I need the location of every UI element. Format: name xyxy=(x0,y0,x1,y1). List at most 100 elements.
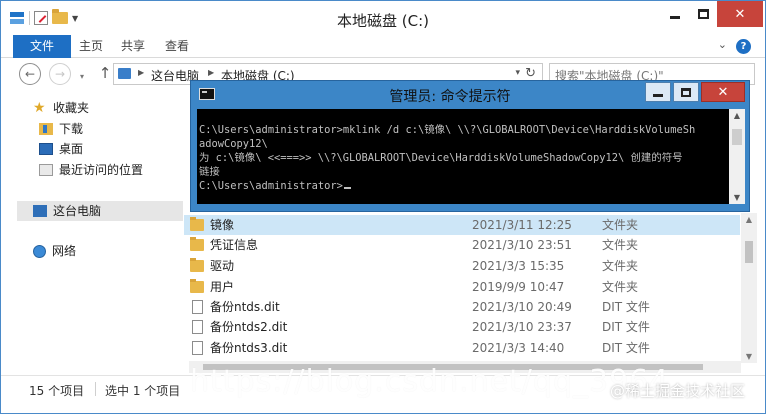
title-bar[interactable]: ▼ 本地磁盘 (C:) ✕ xyxy=(1,1,765,35)
file-name: 备份ntds2.dit xyxy=(210,320,288,334)
file-type: 文件夹 xyxy=(602,218,639,232)
file-row[interactable]: 凭证信息 2021/3/10 23:51 文件夹 xyxy=(184,235,740,255)
sidebar-item-label: 下载 xyxy=(59,122,84,136)
console-prompt-line: C:\Users\administrator> xyxy=(199,179,729,193)
back-button[interactable]: ← xyxy=(19,63,41,85)
folder-icon xyxy=(190,237,204,251)
maximize-button[interactable] xyxy=(689,1,717,27)
document-icon xyxy=(192,300,203,314)
tab-home[interactable]: 主页 xyxy=(79,35,103,58)
file-row[interactable]: 驱动 2021/3/3 15:35 文件夹 xyxy=(184,256,740,276)
console-line: 为 c:\镜像\ <<===>> \\?\GLOBALROOT\Device\H… xyxy=(199,152,683,164)
ribbon-tabs: 文件 主页 共享 查看 ⌄ ? xyxy=(1,35,765,58)
document-icon xyxy=(192,341,203,355)
file-type: DIT 文件 xyxy=(602,341,650,355)
scroll-up-icon[interactable]: ▲ xyxy=(741,215,757,224)
file-row[interactable]: 用户 2019/9/9 10:47 文件夹 xyxy=(184,277,740,297)
file-date: 2021/3/10 23:37 xyxy=(472,320,572,334)
scrollbar-thumb[interactable] xyxy=(745,241,753,263)
file-row[interactable]: 备份ntds3.dit 2021/3/3 14:40 DIT 文件 xyxy=(184,338,740,358)
cmd-vertical-scrollbar[interactable]: ▲ ▼ xyxy=(729,109,745,204)
desktop-icon xyxy=(39,143,53,155)
folder-icon xyxy=(190,217,204,231)
file-type: DIT 文件 xyxy=(602,300,650,314)
file-date: 2021/3/10 23:51 xyxy=(472,238,572,252)
file-date: 2021/3/3 14:40 xyxy=(472,341,565,355)
file-row[interactable]: 镜像 2021/3/11 12:25 文件夹 xyxy=(184,215,740,235)
sidebar-item-label: 桌面 xyxy=(59,142,84,156)
scroll-down-icon[interactable]: ▼ xyxy=(729,193,745,202)
watermark-url: https://blog.csdn.net/qq_3964 xyxy=(190,364,670,399)
expand-ribbon-chevron-down-icon[interactable]: ⌄ xyxy=(718,38,727,51)
item-count: 15 个项目 xyxy=(29,384,85,398)
watermark-brand: @稀土掘金技术社区 xyxy=(610,382,746,400)
console-line: 链接 xyxy=(199,166,220,178)
maximize-icon xyxy=(681,87,691,97)
sidebar-item-favorites[interactable]: ★ 收藏夹 xyxy=(33,98,89,118)
maximize-icon xyxy=(697,9,709,19)
scrollbar-thumb[interactable] xyxy=(732,129,742,145)
command-prompt-window: 管理员: 命令提示符 ✕ C:\Users\administrator>mkli… xyxy=(190,80,750,212)
breadcrumb-chevron-right-icon[interactable]: ▶ xyxy=(138,68,144,77)
sidebar-item-desktop[interactable]: 桌面 xyxy=(39,139,83,159)
cmd-maximize-button[interactable] xyxy=(673,82,699,102)
file-name: 备份ntds.dit xyxy=(210,300,280,314)
file-date: 2019/9/9 10:47 xyxy=(472,280,565,294)
close-button[interactable]: ✕ xyxy=(717,1,763,27)
sidebar-item-label: 收藏夹 xyxy=(53,101,90,115)
status-divider xyxy=(95,382,96,396)
downloads-icon xyxy=(39,123,53,135)
window-title: 本地磁盘 (C:) xyxy=(337,12,429,30)
refresh-icon[interactable]: ↻ xyxy=(525,66,536,81)
file-name: 备份ntds3.dit xyxy=(210,341,288,355)
scroll-down-icon[interactable]: ▼ xyxy=(741,352,757,361)
tab-view[interactable]: 查看 xyxy=(165,35,189,58)
this-pc-icon xyxy=(33,205,47,217)
file-name: 用户 xyxy=(210,280,235,294)
scroll-up-icon[interactable]: ▲ xyxy=(729,111,745,120)
cmd-title-bar[interactable]: 管理员: 命令提示符 ✕ xyxy=(191,81,749,107)
cmd-minimize-button[interactable] xyxy=(645,82,671,102)
file-date: 2021/3/11 12:25 xyxy=(472,218,572,232)
console-output[interactable]: C:\Users\administrator>mklink /d c:\镜像\ … xyxy=(197,109,729,204)
file-row[interactable]: 备份ntds.dit 2021/3/10 20:49 DIT 文件 xyxy=(184,297,740,317)
document-icon xyxy=(192,320,203,334)
file-name: 驱动 xyxy=(210,259,235,273)
text-cursor xyxy=(343,187,351,189)
minimize-button[interactable] xyxy=(661,1,689,27)
folder-icon xyxy=(190,258,204,272)
network-icon xyxy=(33,244,46,258)
file-type: 文件夹 xyxy=(602,280,639,294)
forward-button[interactable]: → xyxy=(49,63,71,85)
sidebar-item-this-pc[interactable]: 这台电脑 xyxy=(17,201,183,221)
this-pc-icon xyxy=(118,68,131,79)
console-line: adowCopy12\ xyxy=(199,138,268,150)
cmd-window-title: 管理员: 命令提示符 xyxy=(389,89,511,105)
sidebar-item-network[interactable]: 网络 xyxy=(33,241,76,261)
selected-count: 选中 1 个项目 xyxy=(105,384,181,398)
minimize-icon xyxy=(653,93,663,97)
cmd-window-controls: ✕ xyxy=(643,82,745,102)
sidebar-item-label: 这台电脑 xyxy=(53,204,102,218)
breadcrumb-chevron-right-icon[interactable]: ▶ xyxy=(208,68,214,77)
cmd-close-button[interactable]: ✕ xyxy=(701,82,745,102)
sidebar-item-recent-places[interactable]: 最近访问的位置 xyxy=(39,160,143,180)
file-type: 文件夹 xyxy=(602,238,639,252)
tab-file[interactable]: 文件 xyxy=(13,35,71,58)
file-date: 2021/3/10 20:49 xyxy=(472,300,572,314)
file-date: 2021/3/3 15:35 xyxy=(472,259,565,273)
minimize-icon xyxy=(670,15,680,19)
sidebar-item-downloads[interactable]: 下载 xyxy=(39,119,83,139)
tab-share[interactable]: 共享 xyxy=(121,35,145,58)
sidebar-item-label: 网络 xyxy=(52,244,77,258)
file-list-vertical-scrollbar[interactable]: ▲ ▼ xyxy=(741,213,757,363)
address-history-chevron-down-icon[interactable]: ▾ xyxy=(515,68,520,78)
recent-locations-chevron-down-icon[interactable]: ▾ xyxy=(75,67,89,89)
file-name: 凭证信息 xyxy=(210,238,259,252)
window-controls: ✕ xyxy=(661,1,763,27)
file-row[interactable]: 备份ntds2.dit 2021/3/10 23:37 DIT 文件 xyxy=(184,317,740,337)
help-icon[interactable]: ? xyxy=(736,39,751,54)
file-name: 镜像 xyxy=(210,218,235,232)
navigation-pane: ★ 收藏夹 下载 桌面 最近访问的位置 这台电脑 网络 xyxy=(1,91,183,374)
star-icon: ★ xyxy=(33,100,46,116)
